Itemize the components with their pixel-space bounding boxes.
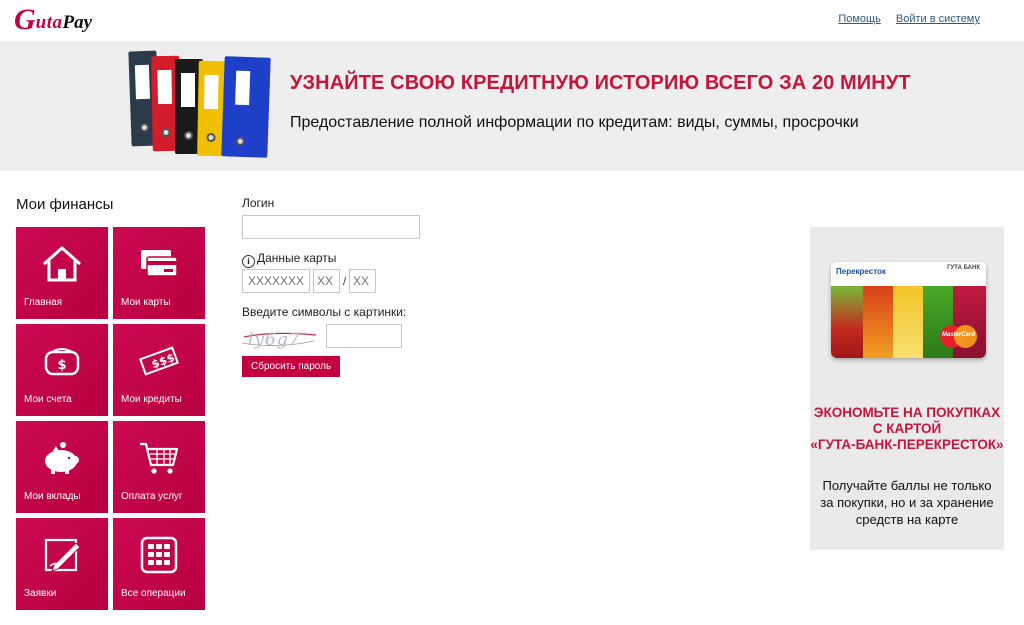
mastercard-logo: MasterCard xyxy=(940,324,978,350)
banner-title: УЗНАЙТЕ СВОЮ КРЕДИТНУЮ ИСТОРИЮ ВСЕГО ЗА … xyxy=(290,72,911,94)
pen-icon xyxy=(16,530,108,580)
promo-title-line: ЭКОНОМЬТЕ НА ПОКУПКАХ xyxy=(813,405,1001,420)
promo-card-panel[interactable]: Перекресток ГУТА БАНК MasterCard ЭКОНОМЬ… xyxy=(810,227,1004,550)
promo-title-line: С КАРТОЙ xyxy=(872,421,942,436)
logo-uta: uta xyxy=(35,12,63,33)
card-separator: / xyxy=(343,276,347,288)
svg-text:$: $ xyxy=(57,358,66,373)
banner-subtitle: Предоставление полной информации по кред… xyxy=(290,114,859,131)
menu-tile-payments[interactable]: Оплата услуг xyxy=(113,421,205,513)
cards-icon xyxy=(113,239,205,289)
promo-banner[interactable]: УЗНАЙТЕ СВОЮ КРЕДИТНУЮ ИСТОРИЮ ВСЕГО ЗА … xyxy=(0,41,1024,171)
reset-password-button[interactable]: Сбросить пароль xyxy=(242,356,341,377)
captcha-input[interactable] xyxy=(326,324,402,348)
calculator-icon xyxy=(113,530,205,580)
logo-g: G xyxy=(14,3,36,36)
menu-tile-all-operations[interactable]: Все операции xyxy=(113,518,205,610)
card-strip-yellow xyxy=(893,286,923,358)
promo-text: Получайте баллы не только за покупки, но… xyxy=(810,477,1004,528)
folders-image xyxy=(128,47,276,169)
menu-tile-label: Мои карты xyxy=(121,297,171,308)
menu-tile-label: Все операции xyxy=(121,588,186,599)
card-year-input[interactable] xyxy=(349,269,376,293)
captcha-image: ly6g7 xyxy=(242,329,316,351)
captcha-text: ly6g7 xyxy=(248,330,301,350)
menu-title: Мои финансы xyxy=(16,196,114,213)
shopping-cart-icon xyxy=(113,433,205,483)
login-label: Логин xyxy=(242,196,275,210)
card-strip-red xyxy=(831,286,863,358)
menu-tile-label: Мои кредиты xyxy=(121,394,182,405)
card-month-input[interactable] xyxy=(313,269,340,293)
card-data-label: Данные карты xyxy=(257,251,337,265)
menu-tile-requests[interactable]: Заявки xyxy=(16,518,108,610)
card-number-input[interactable] xyxy=(242,269,310,293)
promo-title-line: «ГУТА-БАНК-ПЕРЕКРЕСТОК» xyxy=(810,437,1004,452)
login-input[interactable] xyxy=(242,215,420,239)
promo-title: ЭКОНОМЬТЕ НА ПОКУПКАХ С КАРТОЙ «ГУТА-БАН… xyxy=(810,405,1004,453)
card-data-label-row: i Данные карты xyxy=(242,249,336,268)
card-brand-right: ГУТА БАНК xyxy=(947,265,980,271)
menu-tile-home[interactable]: Главная xyxy=(16,227,108,319)
logo-pay: Pay xyxy=(62,12,93,33)
menu-tile-label: Главная xyxy=(24,297,63,308)
card-brand-left: Перекресток xyxy=(836,267,886,276)
help-link[interactable]: Помощь xyxy=(838,13,881,25)
home-icon xyxy=(16,239,108,289)
menu-tile-label: Оплата услуг xyxy=(121,491,183,502)
header: Guta Pay Помощь Войти в систему xyxy=(0,0,1024,41)
top-links: Помощь Войти в систему xyxy=(826,13,980,25)
info-icon[interactable]: i xyxy=(242,254,255,268)
promo-text-line: средств на карте xyxy=(855,512,959,527)
menu-tile-label: Мои счета xyxy=(24,394,72,405)
menu-tile-credits[interactable]: $ $ $ Мои кредиты xyxy=(113,324,205,416)
menu-tile-cards[interactable]: Мои карты xyxy=(113,227,205,319)
card-network-label: MasterCard xyxy=(942,332,976,338)
menu-tile-accounts[interactable]: $ Мои счета xyxy=(16,324,108,416)
wallet-icon: $ xyxy=(16,336,108,386)
card-header: Перекресток ГУТА БАНК xyxy=(831,262,986,286)
menu-tile-deposits[interactable]: Мои вклады xyxy=(16,421,108,513)
menu-tile-label: Заявки xyxy=(24,588,57,599)
money-icon: $ $ $ xyxy=(113,336,205,386)
folder-5 xyxy=(221,56,271,158)
menu-tile-label: Мои вклады xyxy=(24,491,81,502)
piggy-bank-icon xyxy=(16,433,108,483)
captcha-label: Введите символы с картинки: xyxy=(242,305,407,319)
login-link[interactable]: Войти в систему xyxy=(896,13,980,25)
card-strip-orange xyxy=(863,286,893,358)
promo-text-line: за покупки, но и за хранение xyxy=(820,495,994,510)
gutapay-logo[interactable]: Guta Pay xyxy=(14,5,92,35)
promo-text-line: Получайте баллы не только xyxy=(822,478,992,493)
bank-card-image: Перекресток ГУТА БАНК MasterCard xyxy=(831,262,986,358)
